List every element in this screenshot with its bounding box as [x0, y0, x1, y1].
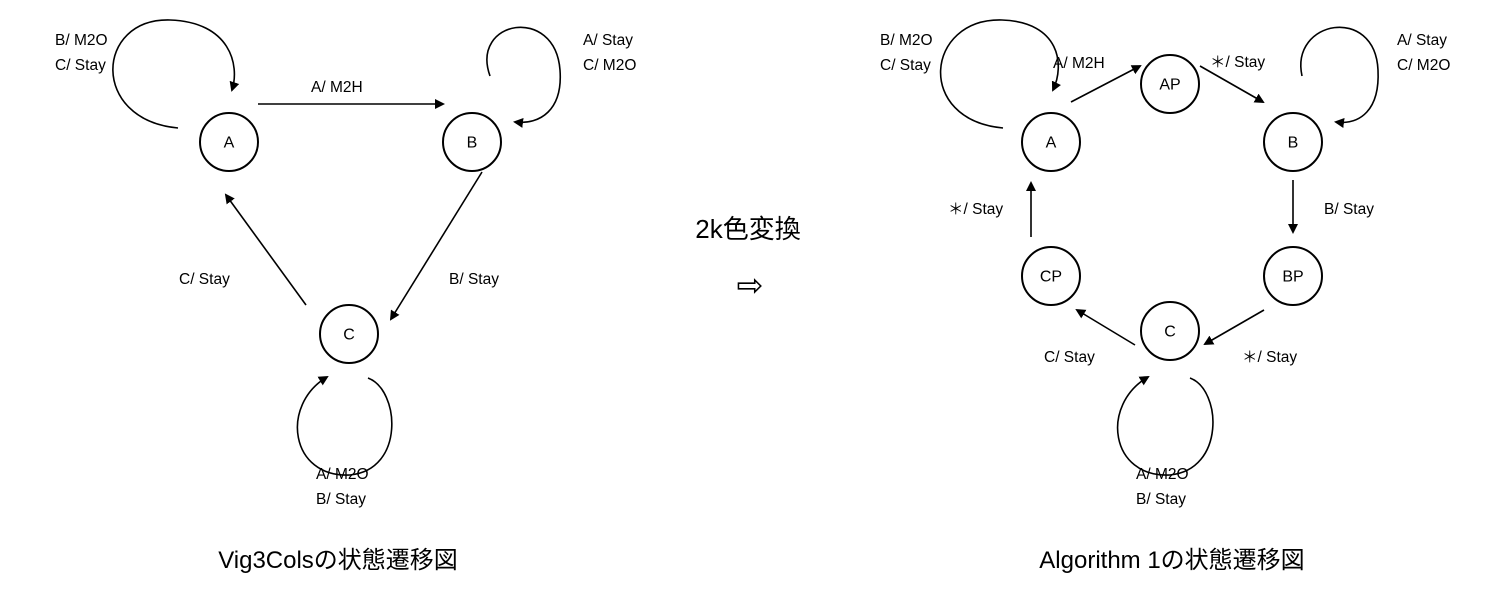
conversion-arrow-icon: ⇨	[737, 267, 764, 303]
left-edge-c-to-a-label: C/ Stay	[179, 271, 230, 288]
left-edge-c-to-a	[224, 193, 307, 306]
right-node-bp: BP	[1263, 246, 1323, 306]
right-edge-c-to-cp	[1075, 308, 1136, 346]
left-loop-a-label-2: C/ Stay	[55, 57, 106, 74]
right-edge-cp-to-a-label: ＊/ Stay	[948, 201, 1003, 218]
left-loop-c	[296, 375, 393, 476]
right-edge-bp-to-c-label: ＊/ Stay	[1242, 349, 1297, 366]
left-loop-c-label-2: B/ Stay	[316, 491, 366, 508]
node-label: CP	[1040, 269, 1062, 286]
right-edge-b-to-bp-label: B/ Stay	[1324, 201, 1374, 218]
right-loop-c-label-1: A/ M2O	[1136, 466, 1189, 483]
right-loop-a	[939, 19, 1061, 129]
right-node-b: B	[1263, 112, 1323, 172]
right-node-c: C	[1140, 301, 1200, 361]
right-node-cp: CP	[1021, 246, 1081, 306]
left-diagram: A B C B/ M2O C/ Stay A/ Stay C/ M2O A/ M…	[55, 19, 636, 574]
right-loop-c-label-2: B/ Stay	[1136, 491, 1186, 508]
right-loop-b-label-2: C/ M2O	[1397, 57, 1450, 74]
left-node-c: C	[319, 304, 379, 364]
node-label: BP	[1282, 269, 1303, 286]
left-edge-a-to-b-label: A/ M2H	[311, 79, 363, 96]
right-loop-a-label-2: C/ Stay	[880, 57, 931, 74]
left-edge-b-to-c-label: B/ Stay	[449, 271, 499, 288]
node-label: B	[1288, 135, 1299, 152]
left-loop-b	[486, 26, 561, 128]
right-edge-a-to-ap-label: A/ M2H	[1053, 55, 1105, 72]
left-loop-c-label-1: A/ M2O	[316, 466, 369, 483]
right-diagram: A AP B BP C CP B/ M2O C/ Stay A/ Stay C/…	[880, 19, 1450, 574]
left-loop-b-label-1: A/ Stay	[583, 32, 633, 49]
right-edge-c-to-cp-label: C/ Stay	[1044, 349, 1095, 366]
conversion-label: 2k色変換	[695, 214, 800, 244]
left-loop-b-label-2: C/ M2O	[583, 57, 636, 74]
node-label: A	[224, 135, 235, 152]
right-caption: Algorithm 1の状態遷移図	[1039, 547, 1304, 574]
node-label: A	[1046, 135, 1057, 152]
node-label: C	[1164, 324, 1176, 341]
node-label: C	[343, 327, 355, 344]
left-loop-a	[112, 19, 240, 129]
right-node-a: A	[1021, 112, 1081, 172]
left-node-a: A	[199, 112, 259, 172]
left-loop-a-label-1: B/ M2O	[55, 32, 108, 49]
right-loop-a-label-1: B/ M2O	[880, 32, 933, 49]
node-label: AP	[1159, 77, 1180, 94]
state-diagram-canvas: A B C B/ M2O C/ Stay A/ Stay C/ M2O A/ M…	[55, 19, 1450, 574]
right-edge-ap-to-b-label: ＊/ Stay	[1210, 54, 1265, 71]
right-node-ap: AP	[1140, 54, 1200, 114]
right-loop-b-label-1: A/ Stay	[1397, 32, 1447, 49]
conversion: 2k色変換 ⇨	[695, 214, 800, 303]
right-edge-bp-to-c	[1203, 309, 1265, 345]
node-label: B	[467, 135, 478, 152]
right-loop-c	[1116, 375, 1214, 476]
left-caption: Vig3Colsの状態遷移図	[218, 547, 458, 574]
right-edge-ap-to-b	[1199, 65, 1265, 103]
right-loop-b	[1300, 26, 1379, 128]
left-edge-b-to-c	[389, 171, 483, 321]
left-node-b: B	[442, 112, 502, 172]
